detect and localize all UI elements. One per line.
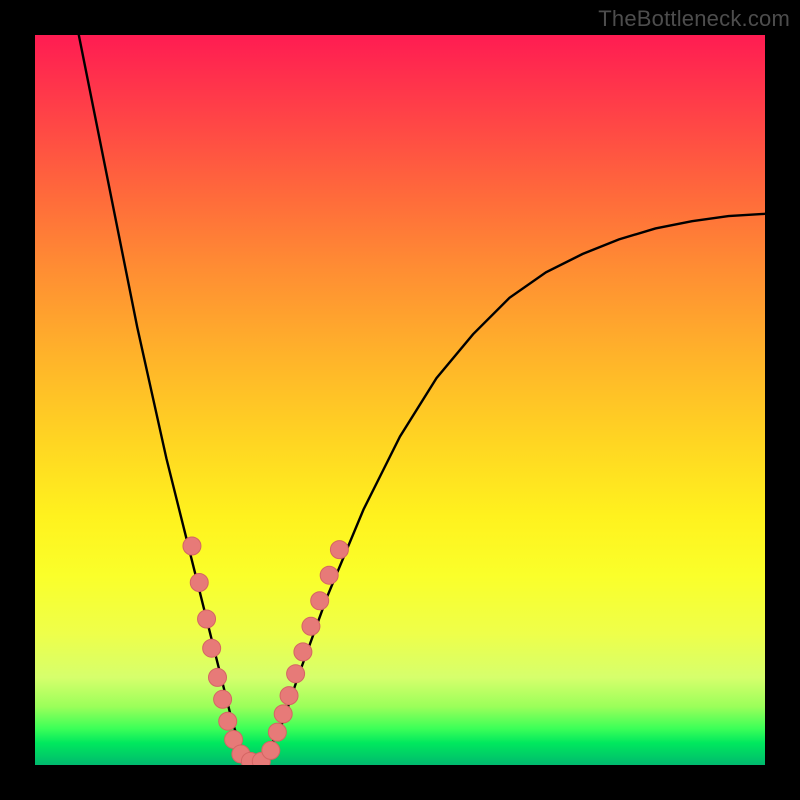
data-marker [209,668,227,686]
data-marker [311,592,329,610]
data-marker [294,643,312,661]
data-marker [274,705,292,723]
chart-frame: TheBottleneck.com [0,0,800,800]
data-marker [183,537,201,555]
marker-layer [183,537,348,765]
data-marker [214,690,232,708]
data-marker [262,741,280,759]
data-marker [203,639,221,657]
data-marker [198,610,216,628]
data-marker [219,712,237,730]
chart-svg [35,35,765,765]
data-marker [330,541,348,559]
curve-layer [79,35,765,765]
plot-area [35,35,765,765]
watermark-text: TheBottleneck.com [598,6,790,32]
data-marker [280,687,298,705]
bottleneck-curve [79,35,765,765]
data-marker [287,665,305,683]
data-marker [268,723,286,741]
data-marker [320,566,338,584]
data-marker [302,617,320,635]
data-marker [190,574,208,592]
